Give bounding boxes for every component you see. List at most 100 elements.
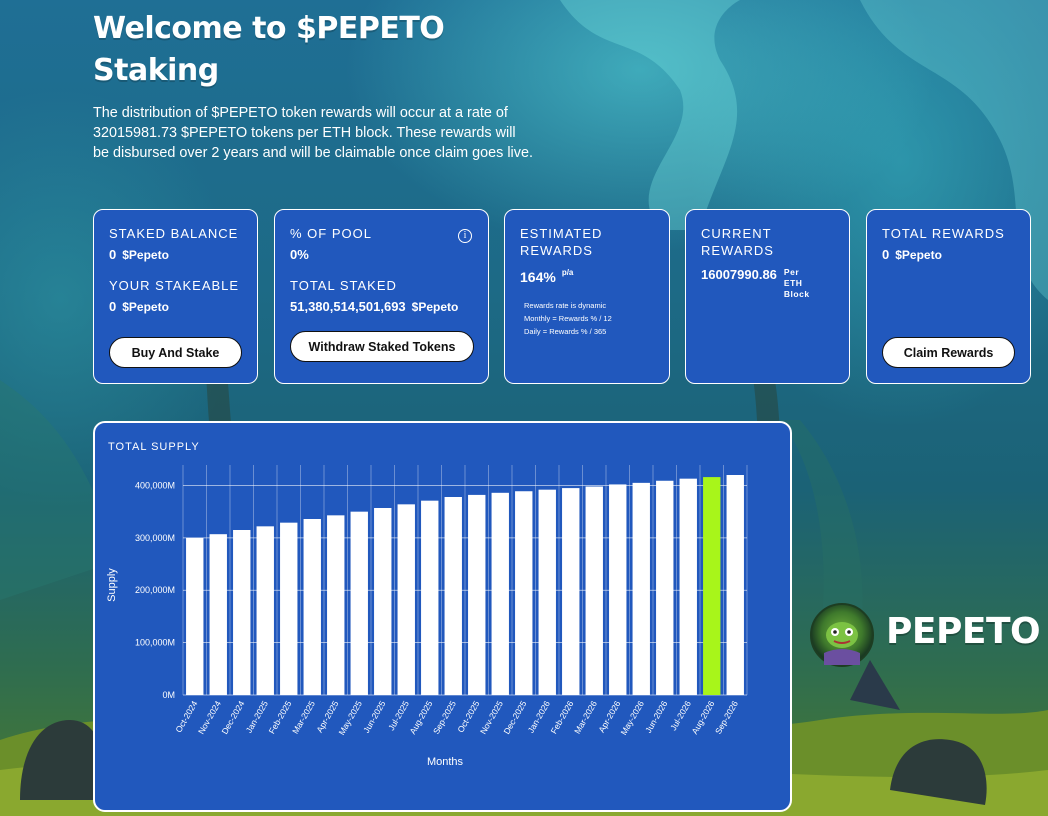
info-icon[interactable]: i [458,229,472,243]
per-text: Per [783,267,800,277]
total-staked-value: 51,380,514,501,693 $Pepeto [290,299,473,314]
x-tick-label: Dec-2025 [501,699,528,736]
rewards-notes: Rewards rate is dynamic Monthly = Reward… [520,299,654,338]
bar-dec-2024 [233,530,251,695]
estimated-rewards-card: ESTIMATED REWARDS 164% p/a Rewards rate … [504,209,670,384]
bar-jan-2025 [256,526,274,695]
x-tick-label: Jun-2025 [361,699,388,735]
current-rewards-label-line2: REWARDS [701,243,774,258]
estimated-rewards-amount: 164% [520,269,556,285]
rewards-note-daily: Daily = Rewards % / 365 [524,327,607,336]
y-axis-label: Supply [106,568,118,602]
y-tick-label: 0M [162,690,175,700]
x-tick-label: Dec-2024 [219,699,246,736]
x-tick-label: Oct-2025 [455,699,481,735]
page-title: Welcome to $PEPETO Staking [93,11,445,88]
bar-may-2026 [632,482,650,695]
y-tick-label: 400,000M [135,480,175,490]
x-tick-label: Mar-2025 [290,699,317,736]
x-tick-label: May-2025 [336,699,364,737]
x-tick-label: Jan-2026 [526,699,553,735]
bar-dec-2025 [515,491,533,695]
bar-sep-2025 [444,497,462,695]
y-tick-label: 200,000M [135,585,175,595]
stakeable-label: YOUR STAKEABLE [109,278,240,293]
x-tick-label: Sep-2025 [431,699,458,736]
bar-aug-2025 [421,500,439,695]
bar-jun-2026 [656,480,674,695]
x-tick-label: Oct-2024 [173,699,199,735]
x-tick-label: Jul-2025 [386,699,411,732]
x-tick-label: May-2026 [618,699,646,737]
pepe-frog-avatar-icon [810,603,874,667]
x-tick-label: Jan-2025 [244,699,271,735]
total-supply-chart-card: TOTAL SUPPLY 0M 100,000M 200,000M 300,000M 4… [93,421,792,812]
total-staked-label: TOTAL STAKED [290,278,397,293]
y-tick-label: 300,000M [135,533,175,543]
x-axis-label: Months [427,756,464,768]
block-text: Block [783,289,810,299]
staked-balance-label: STAKED BALANCE [109,226,239,241]
stakeable-value: 0 $Pepeto [109,299,242,314]
bar-jul-2025 [397,504,415,695]
bar-aug-2026 [703,477,721,695]
x-tick-label: Apr-2025 [314,699,340,735]
y-tick-label: 100,000M [135,638,175,648]
bar-mar-2025 [303,519,321,695]
buy-and-stake-button[interactable]: Buy And Stake [109,337,242,368]
bar-sep-2026 [726,475,744,695]
current-rewards-label-line1: CURRENT [701,226,772,241]
current-rewards-card: CURRENT REWARDS 16007990.86 Per ETH Bloc… [685,209,850,384]
x-tick-label: Jun-2026 [643,699,670,735]
claim-rewards-button[interactable]: Claim Rewards [882,337,1015,368]
staking-description: The distribution of $PEPETO token reward… [93,105,533,161]
bar-apr-2025 [327,515,345,695]
estimated-rewards-label-line1: ESTIMATED [520,226,603,241]
logo-text: PEPETO [886,611,1041,652]
estimated-rewards-value: 164% p/a [520,268,654,285]
bar-feb-2025 [280,522,298,695]
total-staked-amount: 51,380,514,501,693 [290,299,406,314]
bar-may-2025 [350,511,368,695]
pool-percent-value: 0% [290,247,473,262]
staked-balance-card: STAKED BALANCE 0 $Pepeto YOUR STAKEABLE … [93,209,258,384]
bar-nov-2025 [491,492,509,695]
bar-oct-2024 [186,537,204,695]
total-supply-chart: 0M 100,000M 200,000M 300,000M 400,000M Oct-20… [106,465,748,768]
pool-card: % OF POOL i 0% TOTAL STAKED 51,380,514,5… [274,209,489,384]
pool-percent-label: % OF POOL [290,226,372,241]
total-rewards-unit: $Pepeto [895,248,942,262]
current-rewards-amount: 16007990.86 [701,267,777,282]
bar-apr-2026 [609,484,627,695]
x-tick-label: Apr-2026 [596,699,622,735]
bar-mar-2026 [585,486,603,695]
x-tick-label: Mar-2026 [572,699,599,736]
x-tick-label: Jul-2026 [668,699,693,732]
total-rewards-amount: 0 [882,247,890,262]
current-rewards-value: 16007990.86 Per ETH Block [701,267,834,300]
rewards-note-monthly: Monthly = Rewards % / 12 [524,314,612,323]
total-rewards-label: TOTAL REWARDS [882,226,1005,241]
staked-balance-unit: $Pepeto [122,248,169,262]
stakeable-amount: 0 [109,299,117,314]
bar-jan-2026 [538,489,556,695]
pool-percent-amount: 0% [290,247,309,262]
stakeable-unit: $Pepeto [122,300,169,314]
total-rewards-value: 0 $Pepeto [882,247,1015,262]
total-staked-unit: $Pepeto [411,300,459,314]
x-tick-label: Sep-2026 [713,699,740,736]
estimated-rewards-label-line2: REWARDS [520,243,593,258]
staked-balance-amount: 0 [109,247,117,262]
total-rewards-card: TOTAL REWARDS 0 $Pepeto Claim Rewards [866,209,1031,384]
bar-feb-2026 [562,488,580,695]
bar-nov-2024 [209,534,227,695]
withdraw-staked-tokens-button[interactable]: Withdraw Staked Tokens [290,331,474,362]
estimated-rewards-suffix: p/a [561,268,574,277]
eth-text: ETH [783,278,803,288]
pepeto-logo: PEPETO [810,601,1041,669]
bar-jul-2026 [679,478,697,695]
staked-balance-value: 0 $Pepeto [109,247,242,262]
rewards-note-dynamic: Rewards rate is dynamic [524,301,607,310]
current-rewards-per: Per ETH Block [784,267,810,300]
bar-oct-2025 [468,494,486,695]
